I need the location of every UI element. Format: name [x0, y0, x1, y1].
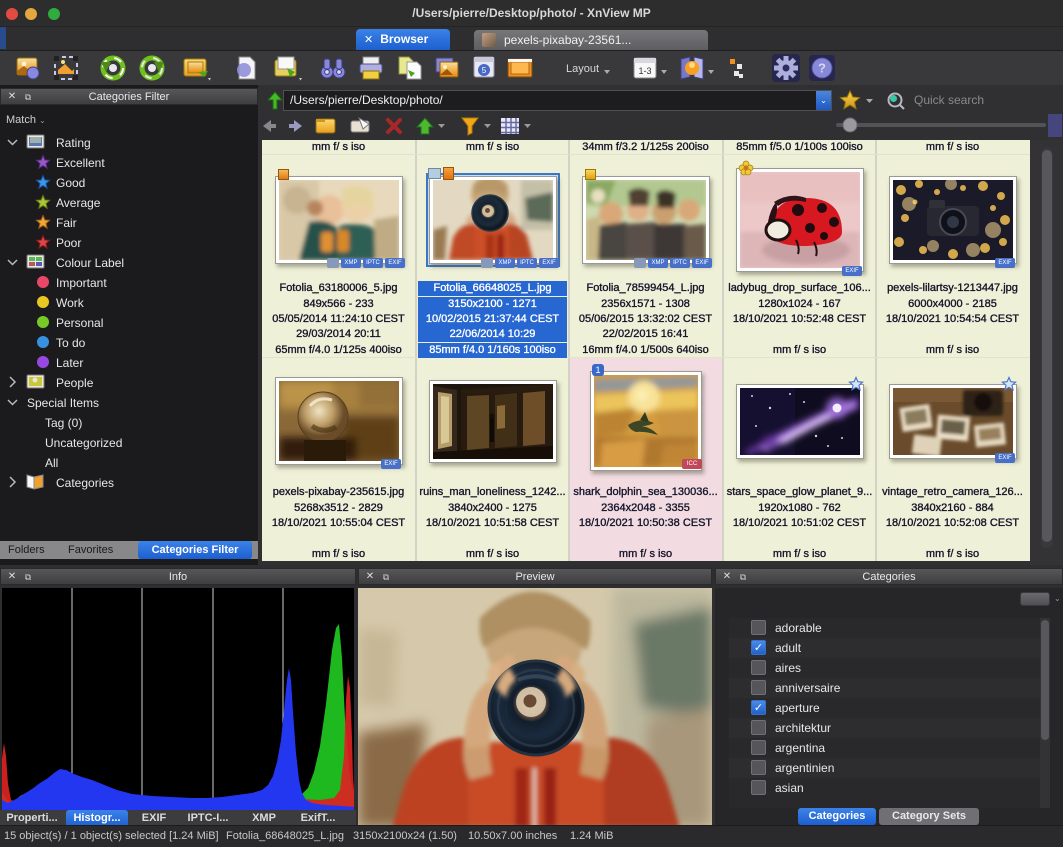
svg-text:All: All [45, 456, 58, 470]
svg-text:People: People [56, 376, 94, 390]
svg-text:Categories: Categories [56, 476, 114, 490]
svg-text:5: 5 [482, 66, 487, 75]
svg-text:Excellent: Excellent [56, 156, 105, 170]
svg-text:To do: To do [56, 336, 86, 350]
svg-text:Tag (0): Tag (0) [45, 416, 82, 430]
svg-text:Special Items: Special Items [27, 396, 99, 410]
svg-text:Fair: Fair [56, 216, 77, 230]
svg-text:Later: Later [56, 356, 83, 370]
svg-text:Good: Good [56, 176, 85, 190]
svg-text:Important: Important [56, 276, 107, 290]
svg-text:Rating: Rating [56, 136, 91, 150]
svg-text:Personal: Personal [56, 316, 103, 330]
svg-text:Layout: Layout [566, 63, 599, 75]
svg-text:Work: Work [56, 296, 85, 310]
svg-text:1-3: 1-3 [638, 66, 651, 76]
svg-text:Uncategorized: Uncategorized [45, 436, 122, 450]
svg-text:Colour Label: Colour Label [56, 256, 124, 270]
svg-text:Poor: Poor [56, 236, 81, 250]
svg-text:?: ? [818, 61, 826, 76]
svg-text:Quick search: Quick search [914, 93, 984, 107]
svg-text:Average: Average [56, 196, 101, 210]
